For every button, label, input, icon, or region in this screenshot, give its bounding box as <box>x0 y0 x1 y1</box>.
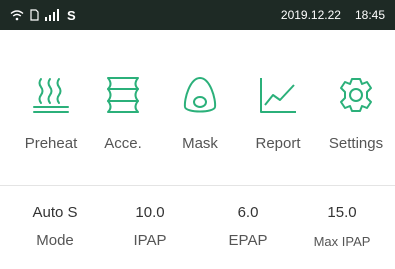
param-max-ipap[interactable]: 15.0 Max IPAP <box>292 203 392 249</box>
param-label: Mode <box>36 232 74 249</box>
chart-icon <box>258 75 298 115</box>
param-ipap[interactable]: 10.0 IPAP <box>100 203 200 249</box>
main-menu: Preheat Acce. Mask Report Settings <box>0 75 395 155</box>
network-type-label: S <box>67 7 76 23</box>
therapy-parameters: Auto S Mode 10.0 IPAP 6.0 EPAP 15.0 Max … <box>0 203 395 263</box>
param-label: EPAP <box>228 232 268 249</box>
gear-icon <box>336 75 376 115</box>
param-value: 10.0 <box>135 204 165 221</box>
param-epap[interactable]: 6.0 EPAP <box>198 203 298 249</box>
menu-label: Settings <box>328 135 384 152</box>
menu-label: Mask <box>182 135 218 152</box>
accessory-icon <box>103 75 143 115</box>
menu-item-report[interactable]: Report <box>243 75 313 155</box>
sim-card-icon <box>30 9 39 21</box>
param-label: IPAP <box>133 232 167 249</box>
param-label: Max IPAP <box>313 234 371 249</box>
date-display: 2019.12.22 <box>280 8 341 22</box>
divider <box>0 185 395 186</box>
mask-icon <box>180 75 220 115</box>
time-display: 18:45 <box>354 8 385 22</box>
heater-icon <box>31 75 71 115</box>
param-value: 15.0 <box>327 204 357 221</box>
param-mode[interactable]: Auto S Mode <box>5 203 105 249</box>
param-value: Auto S <box>32 204 78 221</box>
menu-item-preheat[interactable]: Preheat <box>16 75 86 155</box>
menu-item-settings[interactable]: Settings <box>321 75 391 155</box>
param-value: 6.0 <box>237 204 259 221</box>
menu-item-mask[interactable]: Mask <box>165 75 235 155</box>
menu-label: Report <box>255 135 301 152</box>
status-bar: S 2019.12.22 18:45 <box>0 0 395 30</box>
wifi-icon <box>10 9 24 21</box>
menu-item-accessories[interactable]: Acce. <box>88 75 158 155</box>
signal-strength-icon <box>45 9 59 21</box>
